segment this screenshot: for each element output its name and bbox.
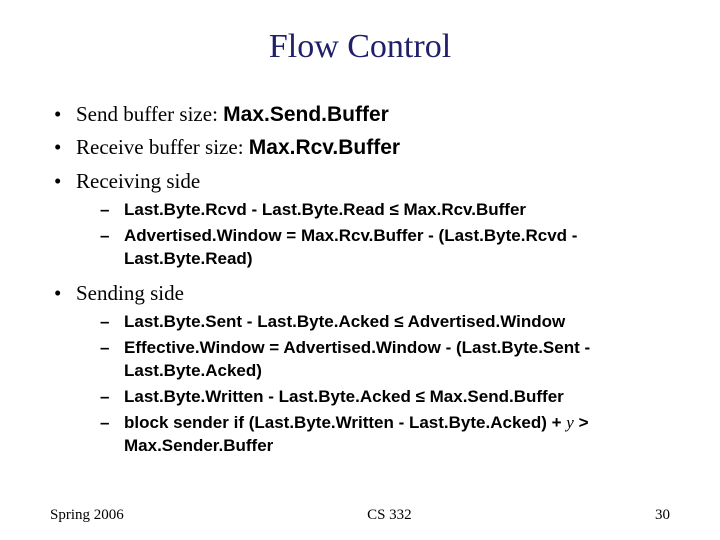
sub-bullet: Last.Byte.Sent - Last.Byte.Acked ≤ Adver… [76,311,670,334]
sub-list-receiving: Last.Byte.Rcvd - Last.Byte.Read ≤ Max.Rc… [76,199,670,271]
bullet-text: Receive buffer size: [76,135,249,159]
bullet-sending-side: Sending side Last.Byte.Sent - Last.Byte.… [50,279,670,458]
bullet-receiving-side: Receiving side Last.Byte.Rcvd - Last.Byt… [50,167,670,271]
t: Last.Byte.Written - Last.Byte.Acked [254,413,541,432]
footer-right: 30 [655,507,670,524]
t: Max.Sender.Buffer [124,436,273,455]
code-text: Max.Send.Buffer [223,103,389,126]
var-y: y [566,413,574,432]
t: > [574,413,589,432]
sub-bullet: Last.Byte.Rcvd - Last.Byte.Read ≤ Max.Rc… [76,199,670,222]
bullet-send-buffer: Send buffer size: Max.Send.Buffer [50,100,670,129]
sub-list-sending: Last.Byte.Sent - Last.Byte.Acked ≤ Adver… [76,311,670,458]
slide-title: Flow Control [50,28,670,66]
bullet-recv-buffer: Receive buffer size: Max.Rcv.Buffer [50,133,670,162]
sub-bullet: Advertised.Window = Max.Rcv.Buffer - (La… [76,225,670,271]
footer-center: CS 332 [367,507,412,524]
t: ) + [541,413,566,432]
code-text: Max.Rcv.Buffer [249,136,400,159]
bullet-text: Receiving side [76,169,200,193]
bullet-list: Send buffer size: Max.Send.Buffer Receiv… [50,100,670,458]
footer-left: Spring 2006 [50,507,124,524]
slide: Flow Control Send buffer size: Max.Send.… [0,0,720,540]
sub-bullet: block sender if (Last.Byte.Written - Las… [76,412,670,458]
sub-bullet: Last.Byte.Written - Last.Byte.Acked ≤ Ma… [76,386,670,409]
footer: Spring 2006 CS 332 30 [0,507,720,524]
t: block sender if ( [124,413,254,432]
sub-bullet: Effective.Window = Advertised.Window - (… [76,337,670,383]
bullet-text: Send buffer size: [76,102,223,126]
bullet-text: Sending side [76,281,184,305]
